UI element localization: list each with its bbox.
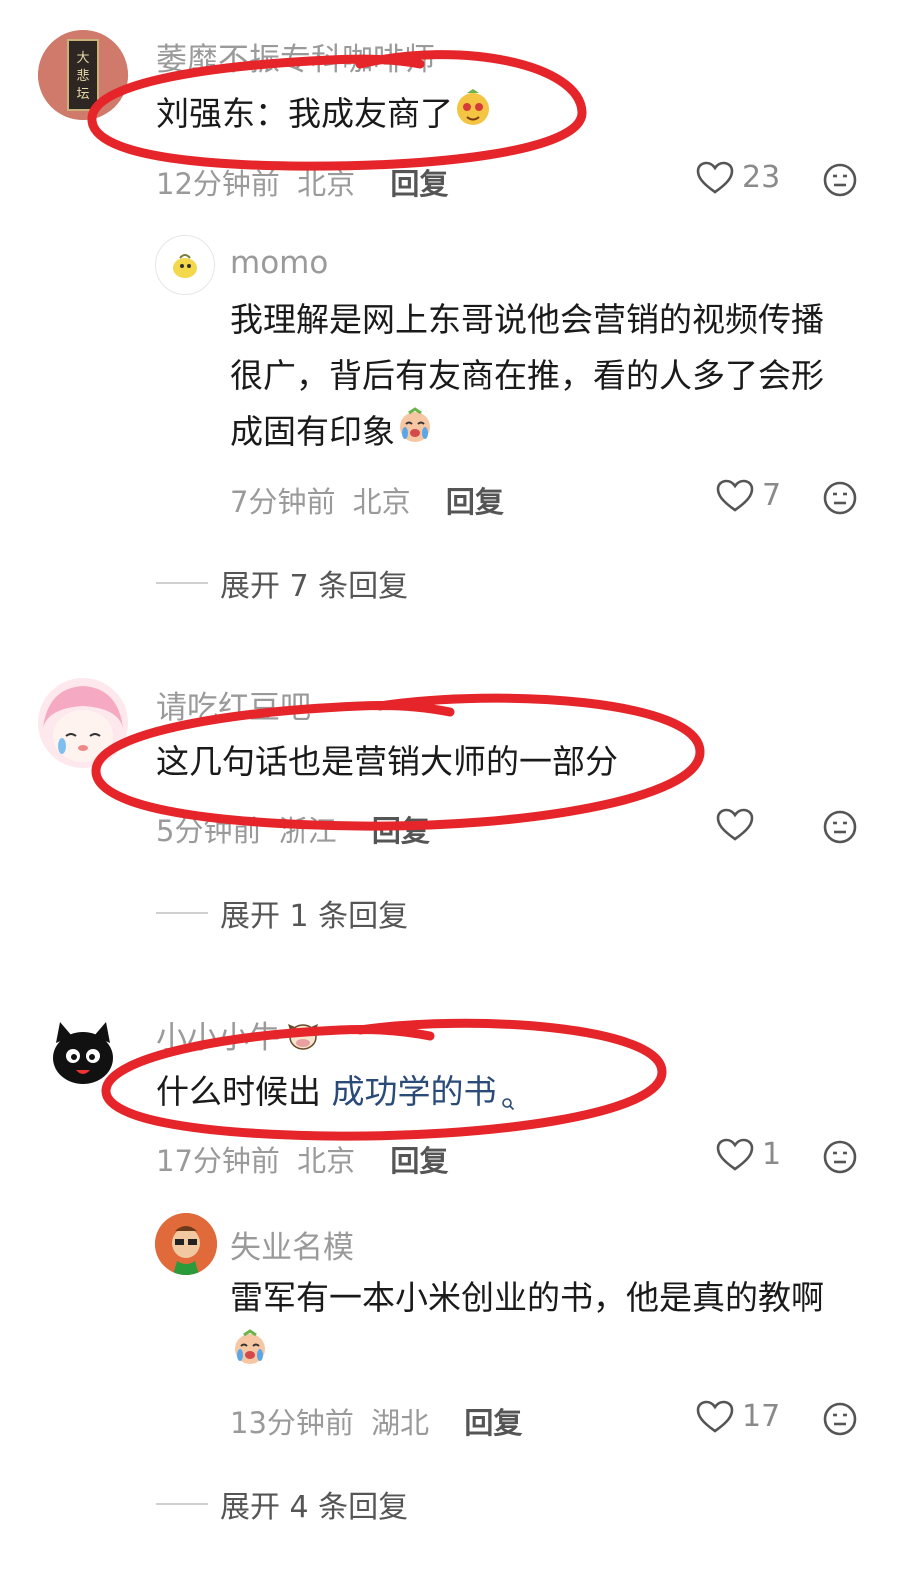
reply-meta: 7分钟前 北京 回复 — [230, 479, 504, 521]
username[interactable]: 小小小牛 — [156, 1012, 320, 1060]
dislike-face-icon — [823, 163, 857, 197]
comment-meta: 17分钟前 北京 回复 — [156, 1138, 448, 1180]
avatar[interactable] — [155, 1213, 217, 1275]
expand-replies-label: 展开 4 条回复 — [220, 1490, 409, 1525]
reply-text: 雷军有一本小米创业的书，他是真的教啊 — [230, 1270, 824, 1384]
like-count: 17 — [742, 1399, 781, 1434]
reply-button[interactable]: 回复 — [446, 485, 504, 519]
divider — [156, 1503, 208, 1505]
reply-text-line: 我理解是网上东哥说他会营销的视频传播 — [230, 300, 824, 339]
reply-username[interactable]: momo — [230, 245, 328, 281]
reply-button[interactable]: 回复 — [390, 167, 448, 201]
emoji-face-icon — [395, 405, 435, 462]
dislike-face-icon — [823, 1140, 857, 1174]
comment-location: 浙江 — [278, 814, 337, 848]
avatar[interactable] — [38, 1008, 128, 1098]
expand-replies-label: 展开 1 条回复 — [220, 899, 409, 934]
heart-outline-icon — [716, 808, 754, 841]
reply-button[interactable]: 回复 — [464, 1406, 522, 1440]
reply-meta: 13分钟前 湖北 回复 — [230, 1400, 522, 1442]
dislike-button[interactable] — [822, 480, 858, 520]
like-button[interactable]: 23 — [696, 160, 780, 195]
comment-text-content: 刘强东：我成友商了 — [156, 94, 453, 133]
reply-text: 我理解是网上东哥说他会营销的视频传播 很广，背后有友商在推，看的人多了会形 成固… — [230, 292, 824, 462]
emoji-face-icon — [230, 1327, 270, 1384]
comment-location: 北京 — [297, 1144, 356, 1178]
divider — [156, 582, 208, 584]
reply-time: 13分钟前 — [230, 1406, 354, 1440]
heart-outline-icon — [696, 1400, 734, 1433]
comment-meta: 12分钟前 北京 回复 — [156, 161, 448, 203]
dislike-button[interactable] — [822, 162, 858, 202]
comment-text: 刘强东：我成友商了 — [156, 86, 493, 144]
comment-text-content: 什么时候出 — [156, 1072, 332, 1111]
expand-replies-button[interactable]: 展开 4 条回复 — [156, 1482, 408, 1526]
dislike-button[interactable] — [822, 1139, 858, 1179]
reply-button[interactable]: 回复 — [390, 1144, 448, 1178]
reply-text-line: 雷军有一本小米创业的书，他是真的教啊 — [230, 1278, 824, 1317]
dislike-button[interactable] — [822, 809, 858, 849]
comment-time: 17分钟前 — [156, 1144, 280, 1178]
avatar[interactable] — [38, 678, 128, 768]
expand-replies-label: 展开 7 条回复 — [220, 569, 409, 604]
username-text: 小小小牛 — [156, 1020, 280, 1056]
reply-username[interactable]: 失业名模 — [230, 1222, 354, 1267]
avatar[interactable] — [155, 235, 215, 295]
comment-time: 5分钟前 — [156, 814, 262, 848]
comment-meta: 5分钟前 浙江 回复 — [156, 808, 430, 850]
heart-outline-icon — [716, 479, 754, 512]
dislike-face-icon — [823, 810, 857, 844]
reply-text-line-last: 成固有印象 — [230, 404, 824, 462]
comment-text: 什么时候出 成功学的书 — [156, 1064, 515, 1128]
search-link[interactable]: 成功学的书 — [332, 1072, 497, 1111]
reply-location: 湖北 — [371, 1406, 430, 1440]
dislike-face-icon — [823, 481, 857, 515]
svg-text:悲: 悲 — [76, 68, 89, 84]
username[interactable]: 请吃红豆吧 — [156, 682, 311, 727]
cow-emoji-icon — [286, 1020, 320, 1060]
username[interactable]: 萎靡不振专科咖啡师 — [156, 34, 435, 79]
comment-time: 12分钟前 — [156, 167, 280, 201]
dislike-button[interactable] — [822, 1401, 858, 1441]
dislike-face-icon — [823, 1402, 857, 1436]
like-count: 1 — [762, 1137, 782, 1172]
avatar[interactable]: 大 悲 坛 — [38, 30, 128, 120]
emoji-face-icon — [453, 87, 493, 144]
heart-outline-icon — [716, 1138, 754, 1171]
heart-outline-icon — [696, 161, 734, 194]
reply-text-content: 成固有印象 — [230, 412, 395, 451]
like-count: 7 — [762, 478, 782, 513]
like-button[interactable] — [716, 808, 762, 842]
comment-text: 这几句话也是营销大师的一部分 — [156, 742, 618, 781]
reply-text-line: 很广，背后有友商在推，看的人多了会形 — [230, 356, 824, 395]
like-button[interactable]: 7 — [716, 478, 781, 513]
divider — [156, 912, 208, 914]
like-button[interactable]: 17 — [696, 1399, 780, 1434]
search-mini-icon — [501, 1072, 515, 1128]
comment-location: 北京 — [297, 167, 356, 201]
reply-location: 北京 — [352, 485, 411, 519]
reply-button[interactable]: 回复 — [372, 814, 430, 848]
svg-text:坛: 坛 — [76, 87, 89, 102]
reply-text-line-last — [230, 1326, 824, 1384]
like-count: 23 — [742, 160, 781, 195]
reply-time: 7分钟前 — [230, 485, 336, 519]
expand-replies-button[interactable]: 展开 1 条回复 — [156, 891, 408, 935]
like-button[interactable]: 1 — [716, 1137, 781, 1172]
svg-text:大: 大 — [76, 51, 89, 66]
expand-replies-button[interactable]: 展开 7 条回复 — [156, 561, 408, 605]
